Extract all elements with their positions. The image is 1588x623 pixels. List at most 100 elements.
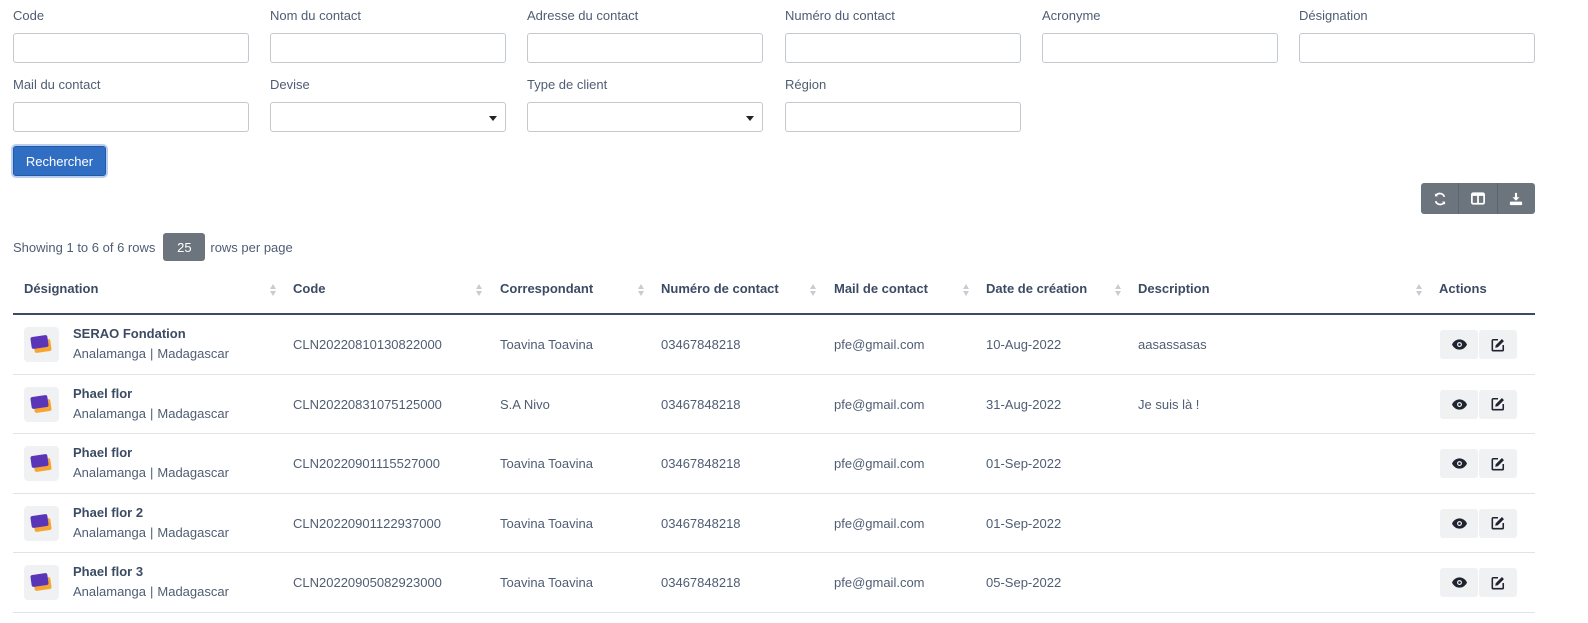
client-location: Analamanga | Madagascar — [73, 405, 229, 421]
client-description: Je suis là ! — [1138, 396, 1200, 412]
region-input[interactable] — [785, 102, 1021, 132]
showing-text: Showing 1 to 6 of 6 rows — [13, 239, 156, 255]
client-correspondent: Toavina Toavina — [500, 456, 593, 471]
download-icon — [1510, 192, 1523, 205]
edit-icon — [1491, 457, 1505, 470]
edit-icon — [1491, 576, 1505, 589]
rows-per-page-label: rows per page — [210, 239, 293, 255]
client-mail: pfe@gmail.com — [834, 456, 925, 471]
eye-icon — [1451, 517, 1467, 529]
client-code: CLN20220831075125000 — [293, 396, 442, 412]
header-designation[interactable]: Désignation — [24, 281, 98, 296]
table-row: Phael flor Analamanga | Madagascar CLN2022… — [13, 434, 1535, 494]
client-name: Phael flor — [73, 385, 133, 401]
client-correspondent: S.A Nivo — [500, 396, 550, 412]
client-type-label: Type de client — [527, 77, 608, 92]
export-button[interactable] — [1498, 183, 1535, 214]
acronym-label: Acronyme — [1042, 8, 1101, 23]
columns-button[interactable] — [1459, 183, 1498, 214]
sort-icon — [1115, 284, 1122, 297]
client-mail: pfe@gmail.com — [834, 337, 925, 352]
contact-name-label: Nom du contact — [270, 8, 362, 23]
client-logo — [24, 446, 59, 481]
client-location: Analamanga | Madagascar — [73, 584, 229, 599]
designation-input[interactable] — [1299, 33, 1535, 63]
table-body: SERAO Fondation Analamanga | Madagascar CL… — [13, 315, 1535, 613]
search-button[interactable]: Rechercher — [13, 146, 106, 176]
header-created[interactable]: Date de création — [986, 281, 1087, 296]
client-country: Madagascar — [157, 405, 229, 421]
header-mail[interactable]: Mail de contact — [834, 281, 928, 296]
header-phone[interactable]: Numéro de contact — [661, 281, 779, 296]
contact-address-input[interactable] — [527, 33, 763, 63]
client-correspondent: Toavina Toavina — [500, 575, 593, 590]
table-toolbar — [1421, 183, 1535, 214]
edit-icon — [1491, 338, 1505, 351]
caret-down-icon — [489, 116, 497, 121]
refresh-icon — [1434, 192, 1445, 205]
client-mail: pfe@gmail.com — [834, 396, 925, 412]
view-button[interactable] — [1440, 508, 1478, 538]
eye-icon — [1451, 577, 1467, 588]
eye-icon — [1451, 458, 1467, 469]
client-logo — [24, 327, 59, 362]
client-code: CLN20220901122937000 — [293, 515, 441, 531]
header-code[interactable]: Code — [293, 281, 326, 296]
acronym-input[interactable] — [1042, 33, 1278, 63]
contact-name-input[interactable] — [270, 33, 506, 63]
view-button[interactable] — [1440, 449, 1478, 478]
table-row: Phael flor 3 Analamanga | Madagascar CLN20… — [13, 553, 1535, 613]
client-country: Madagascar — [157, 524, 229, 540]
eye-icon — [1451, 339, 1467, 350]
header-correspondent[interactable]: Correspondant — [500, 281, 593, 296]
contact-mail-input[interactable] — [13, 102, 249, 132]
client-description: aasassasas — [1138, 337, 1207, 352]
client-code: CLN20220901115527000 — [293, 456, 440, 471]
sort-icon — [1416, 284, 1423, 297]
clients-table: Désignation Code Correspondant Numéro de… — [13, 266, 1535, 613]
designation-label: Désignation — [1299, 8, 1368, 23]
table-row: Phael flor Analamanga | Madagascar CLN2022… — [13, 375, 1535, 434]
client-code: CLN20220810130822000 — [293, 337, 442, 352]
client-code: CLN20220905082923000 — [293, 575, 442, 590]
caret-down-icon — [746, 116, 754, 121]
table-row: Phael flor 2 Analamanga | Madagascar CLN20… — [13, 494, 1535, 553]
edit-icon — [1491, 516, 1505, 530]
client-phone: 03467848218 — [661, 456, 741, 471]
contact-number-label: Numéro du contact — [785, 8, 895, 23]
contact-number-input[interactable] — [785, 33, 1021, 63]
table-row: SERAO Fondation Analamanga | Madagascar CL… — [13, 315, 1535, 375]
client-location: Analamanga | Madagascar — [73, 465, 229, 480]
client-name: Phael flor — [73, 445, 133, 460]
client-region: Analamanga — [73, 524, 146, 540]
currency-select[interactable] — [270, 102, 506, 132]
client-name: Phael flor 3 — [73, 564, 144, 579]
sort-icon — [270, 284, 277, 297]
client-created: 01-Sep-2022 — [986, 515, 1062, 531]
client-logo — [24, 505, 59, 541]
edit-button[interactable] — [1479, 568, 1517, 597]
edit-button[interactable] — [1479, 330, 1517, 359]
refresh-button[interactable] — [1421, 183, 1460, 214]
client-type-select[interactable] — [527, 102, 763, 132]
client-location: Analamanga | Madagascar — [73, 346, 229, 361]
client-created: 01-Sep-2022 — [986, 456, 1062, 471]
view-button[interactable] — [1440, 389, 1478, 419]
view-button[interactable] — [1440, 330, 1478, 359]
sort-icon — [810, 284, 817, 297]
client-logo — [24, 386, 59, 422]
client-location: Analamanga | Madagascar — [73, 524, 229, 540]
rows-per-page-dropdown[interactable]: 25 — [163, 233, 206, 261]
client-phone: 03467848218 — [661, 575, 741, 590]
edit-button[interactable] — [1479, 449, 1517, 478]
edit-button[interactable] — [1479, 389, 1517, 419]
client-mail: pfe@gmail.com — [834, 515, 925, 531]
client-created: 10-Aug-2022 — [986, 337, 1062, 352]
columns-icon — [1470, 192, 1485, 205]
code-input[interactable] — [13, 33, 249, 63]
client-name: SERAO Fondation — [73, 326, 186, 341]
edit-button[interactable] — [1479, 508, 1517, 538]
view-button[interactable] — [1440, 568, 1478, 597]
client-country: Madagascar — [157, 465, 229, 480]
header-description[interactable]: Description — [1138, 281, 1210, 296]
